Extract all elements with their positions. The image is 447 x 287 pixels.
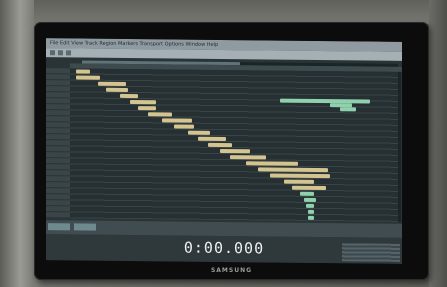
- monitor-brand: SAMSUNG: [210, 267, 253, 274]
- audio-clip[interactable]: [304, 197, 316, 202]
- audio-clip[interactable]: [138, 106, 156, 111]
- audio-clip[interactable]: [130, 100, 156, 105]
- panel-tab[interactable]: [74, 223, 96, 231]
- toolbar-button[interactable]: [50, 50, 55, 56]
- audio-clip[interactable]: [76, 75, 100, 80]
- audio-clip[interactable]: [308, 215, 314, 220]
- audio-clip[interactable]: [300, 191, 314, 196]
- audio-clip[interactable]: [98, 81, 126, 86]
- audio-clip[interactable]: [198, 136, 226, 142]
- audio-clip[interactable]: [174, 124, 194, 129]
- track-list: [46, 68, 71, 219]
- audio-clip[interactable]: [230, 155, 266, 160]
- audio-clip[interactable]: [148, 112, 172, 117]
- track-header[interactable]: [46, 212, 70, 219]
- audio-clip[interactable]: [188, 130, 210, 135]
- audio-clip[interactable]: [284, 179, 314, 184]
- status-panel: [342, 243, 400, 262]
- audio-clip[interactable]: [292, 185, 326, 191]
- arrange-grid: [70, 68, 398, 222]
- audio-clip[interactable]: [280, 98, 370, 104]
- audio-clip[interactable]: [270, 173, 330, 179]
- audio-clip[interactable]: [246, 161, 298, 166]
- monitor-screen: File Edit View Track Region Markers Tran…: [46, 38, 402, 264]
- audio-clip[interactable]: [258, 167, 328, 173]
- wall-left: [0, 0, 34, 287]
- wall-right: [429, 0, 447, 287]
- vertical-scrollbar[interactable]: [398, 71, 401, 222]
- audio-clip[interactable]: [208, 142, 232, 148]
- wall: [0, 0, 447, 24]
- audio-clip[interactable]: [120, 93, 138, 99]
- panel-tab[interactable]: [48, 223, 70, 231]
- audio-clip[interactable]: [308, 209, 314, 214]
- audio-clip[interactable]: [76, 69, 90, 74]
- audio-clip[interactable]: [340, 107, 356, 112]
- audio-clip[interactable]: [306, 203, 314, 208]
- audio-clip[interactable]: [220, 148, 250, 154]
- toolbar-button[interactable]: [58, 50, 63, 56]
- audio-clip[interactable]: [106, 87, 128, 92]
- audio-clip[interactable]: [162, 118, 192, 123]
- toolbar-button[interactable]: [66, 50, 71, 56]
- transport-panel: 0:00.000: [46, 234, 402, 264]
